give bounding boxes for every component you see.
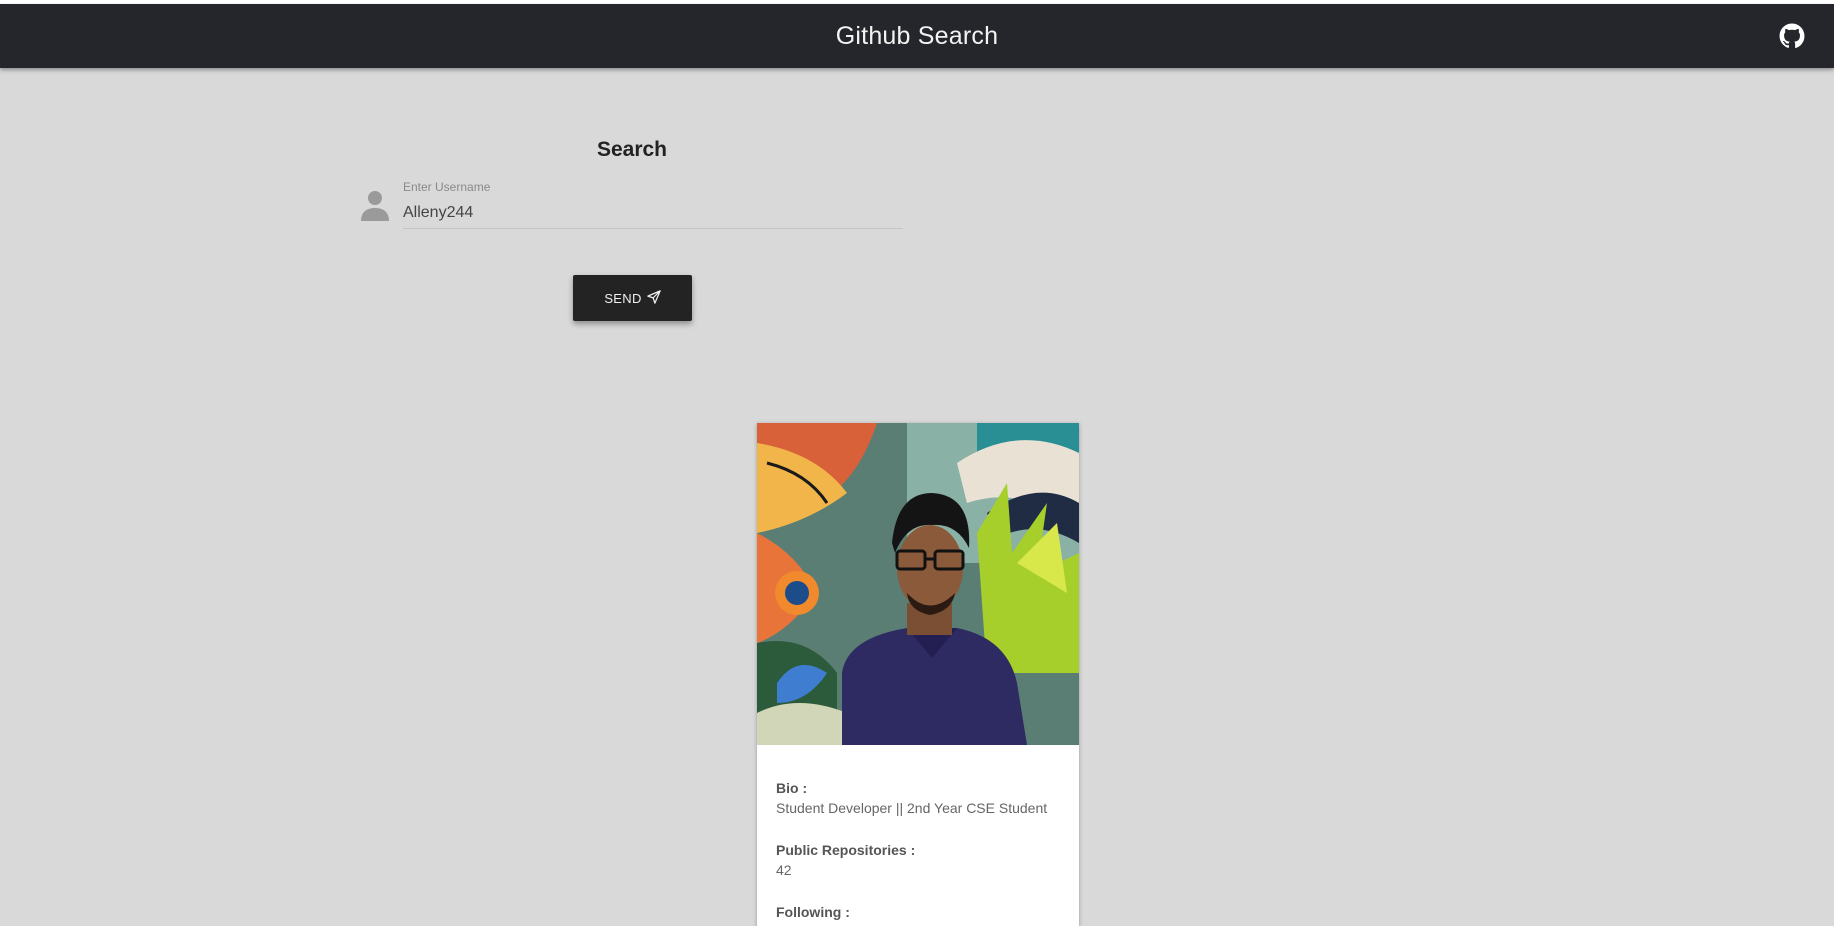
send-button[interactable]: SEND [573, 275, 692, 321]
app-title: Github Search [835, 21, 999, 50]
repos-label: Public Repositories : [776, 842, 916, 858]
profile-photo [757, 423, 1079, 745]
username-field: Enter Username [403, 180, 903, 230]
profile-details: Bio : Student Developer || 2nd Year CSE … [776, 778, 1066, 922]
github-icon[interactable] [1779, 23, 1805, 49]
page: Github Search Search Enter Username SEND [0, 0, 1834, 926]
username-input[interactable] [403, 198, 903, 229]
following-label: Following : [776, 904, 850, 920]
bio-label: Bio : [776, 780, 808, 796]
paper-plane-icon [646, 289, 661, 307]
repos-value: 42 [776, 862, 792, 878]
navbar: Github Search [0, 4, 1834, 68]
send-button-label: SEND [604, 290, 642, 306]
person-icon [360, 190, 390, 222]
bio-value: Student Developer || 2nd Year CSE Studen… [776, 800, 1048, 816]
profile-card: Bio : Student Developer || 2nd Year CSE … [757, 423, 1079, 926]
search-title: Search [596, 138, 668, 161]
username-label: Enter Username [403, 180, 491, 194]
